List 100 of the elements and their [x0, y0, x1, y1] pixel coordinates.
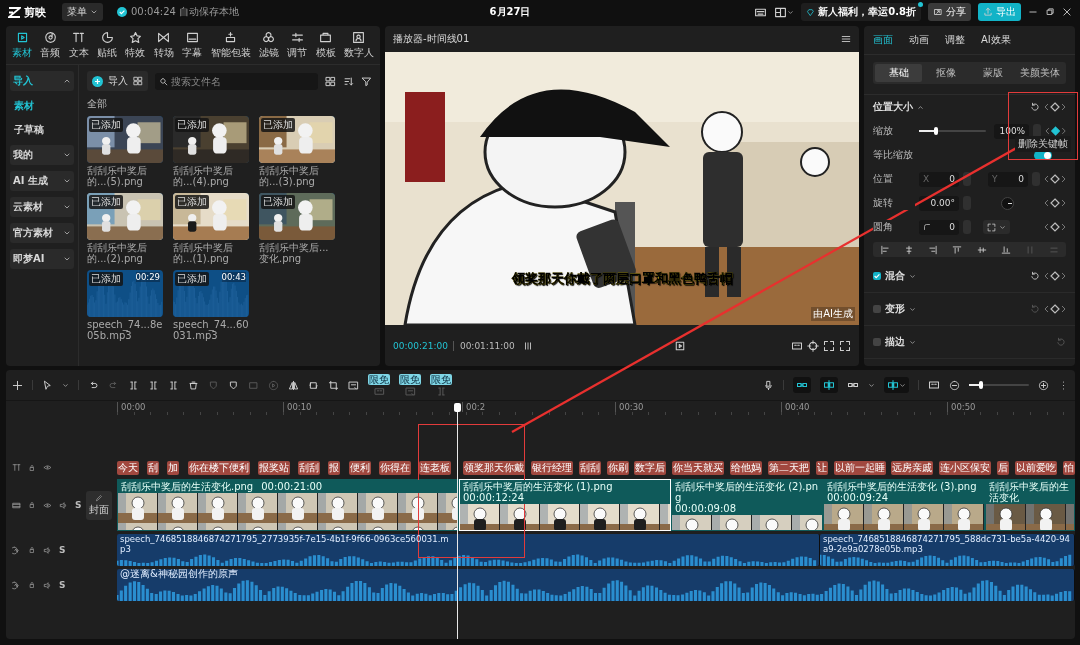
subtitle-clip[interactable]: 第二天把 — [767, 460, 810, 475]
zoom-in-icon[interactable] — [1038, 379, 1049, 391]
subtitle-clip[interactable]: 银行经理 — [530, 460, 573, 475]
rotate-icon[interactable] — [308, 379, 319, 391]
import-button[interactable]: 导入 — [87, 71, 148, 91]
video-clip[interactable]: 刮刮乐中奖后的生活变化 (2).png 00:00:09:08 — [671, 479, 823, 531]
sidebar-group[interactable]: 即梦AI — [10, 249, 74, 269]
subtitle-clip[interactable]: 报 — [328, 460, 341, 475]
caret-icon[interactable] — [909, 272, 916, 280]
quality-icon[interactable] — [791, 339, 803, 352]
media-tab[interactable]: 滤镜 — [258, 28, 279, 62]
align-icon[interactable] — [880, 244, 891, 255]
audio-clip[interactable]: @迷离&神秘园创作的原声 — [117, 569, 1075, 601]
align-icon[interactable] — [952, 244, 963, 255]
keyframe-icon[interactable] — [1044, 102, 1066, 112]
sidebar-group[interactable]: AI 生成 — [10, 171, 74, 191]
grid-view-icon[interactable] — [325, 75, 336, 87]
video-clip[interactable]: 刮刮乐中奖后的生活变化.png 00:00:21:00 — [117, 479, 459, 531]
lock-icon[interactable] — [28, 463, 36, 472]
mirror-icon[interactable] — [288, 379, 299, 391]
keyframe-icon[interactable] — [1044, 126, 1066, 136]
media-tab[interactable]: 调节 — [287, 28, 308, 62]
speaker-icon[interactable] — [59, 500, 68, 510]
microphone-icon[interactable] — [763, 379, 774, 391]
align-icon[interactable] — [976, 244, 987, 255]
subtitle-clip[interactable]: 以前一起睡 — [833, 460, 886, 475]
sidebar-group[interactable]: 我的 — [10, 145, 74, 165]
play-icon[interactable] — [673, 339, 686, 352]
keyframe-icon[interactable] — [1044, 222, 1066, 232]
caret-icon[interactable] — [868, 381, 875, 389]
subtab[interactable]: 抠像 — [922, 64, 970, 82]
rotation-dial[interactable] — [1001, 196, 1014, 210]
subtitle-clip[interactable]: 报奖站 — [257, 460, 290, 475]
media-tab[interactable]: 素材 — [12, 28, 32, 62]
media-tab[interactable]: 音频 — [40, 28, 61, 62]
video-clip[interactable]: 刮刮乐中奖后的生活变化 (3).png 00:00:09:24 — [823, 479, 985, 531]
video-clip[interactable]: 刮刮乐中奖后的生活变化 — [985, 479, 1075, 531]
eye-icon[interactable] — [43, 500, 52, 510]
crop-icon[interactable] — [328, 379, 339, 391]
preview-axis-icon[interactable] — [887, 379, 899, 391]
search-field[interactable]: 搜索文件名 — [155, 72, 318, 90]
subtitle-clip[interactable]: 你当天就买 — [672, 460, 725, 475]
video-clip[interactable]: 刮刮乐中奖后的生活变化 (1).png 00:00:12:24 — [459, 479, 671, 531]
menu-button[interactable]: 菜单 — [62, 3, 103, 21]
caret-icon[interactable] — [62, 381, 69, 389]
solo-toggle[interactable]: S — [59, 580, 66, 590]
media-tab[interactable]: 模板 — [315, 28, 336, 62]
corner-field[interactable]: 0 — [919, 219, 959, 235]
ratio-icon[interactable] — [823, 339, 835, 352]
undo-icon[interactable] — [88, 379, 99, 391]
solo-toggle[interactable]: S — [75, 500, 82, 510]
promo-button[interactable]: 新人福利，幸运0.8折 — [801, 3, 921, 21]
caret-icon[interactable] — [899, 381, 906, 389]
stepper-icon[interactable] — [963, 172, 971, 186]
media-thumbnail[interactable]: 已添加 — [259, 193, 335, 240]
subtitle-clip[interactable]: 加 — [167, 460, 180, 475]
fit-icon[interactable] — [928, 379, 940, 391]
checkbox[interactable] — [873, 305, 881, 313]
subtitle-clip[interactable]: 数字后 — [634, 460, 667, 475]
subtitle-clip[interactable]: 连小区保安 — [939, 460, 992, 475]
subtitle-clip[interactable]: 连老板 — [418, 460, 451, 475]
slider-thumb[interactable] — [979, 381, 983, 389]
media-thumbnail[interactable]: 已添加 — [173, 193, 249, 240]
media-tab[interactable]: 贴纸 — [97, 28, 118, 62]
sidebar-item[interactable]: 子草稿 — [10, 121, 74, 139]
subtitle-clip[interactable]: 后 — [997, 460, 1010, 475]
sidebar-group[interactable]: 云素材 — [10, 197, 74, 217]
cover-button[interactable]: 封面 — [86, 490, 112, 520]
align-icon[interactable] — [928, 244, 939, 255]
align-icon[interactable] — [1000, 244, 1011, 255]
media-thumbnail[interactable]: 已添加 — [87, 193, 163, 240]
sidebar-group[interactable]: 导入 — [10, 71, 74, 91]
media-tab[interactable]: 特效 — [125, 28, 146, 62]
focus-icon[interactable] — [807, 339, 819, 352]
add-icon[interactable] — [12, 379, 23, 391]
media-tab[interactable]: 转场 — [153, 28, 174, 62]
sidebar-item[interactable]: 素材 — [10, 97, 74, 115]
subtitle-clip[interactable]: 今天 — [117, 460, 139, 475]
lock-icon[interactable] — [28, 501, 36, 509]
subtitle-clip[interactable]: 领奖那天你戴 — [463, 460, 525, 475]
slider-thumb[interactable] — [933, 127, 938, 135]
lock-icon[interactable] — [28, 581, 36, 589]
filter-icon[interactable] — [361, 75, 372, 87]
corner-style-button[interactable] — [983, 220, 1010, 234]
subtitle-clip[interactable]: 让 — [815, 460, 828, 475]
inspector-tab[interactable]: 动画 — [909, 33, 929, 47]
caret-icon[interactable] — [787, 8, 795, 16]
keyframe-icon[interactable] — [1044, 174, 1066, 184]
subtitle-clip[interactable]: 你在楼下便利 — [187, 460, 250, 475]
subtitle-clip[interactable]: 刮 — [147, 460, 160, 475]
mark-icon[interactable] — [228, 379, 239, 391]
split-icon[interactable] — [128, 379, 139, 391]
audio-clip[interactable]: speech_7468518846874271795_588dc731-be5a-4420-94a9-2e9a0278e05b.mp3 — [820, 534, 1075, 566]
caret-icon[interactable] — [909, 305, 916, 313]
timecode-icon[interactable] — [522, 340, 533, 351]
caret-up-icon[interactable] — [917, 103, 924, 111]
media-thumbnail[interactable]: 已添加 — [259, 116, 335, 163]
solo-toggle[interactable]: S — [59, 545, 66, 555]
zoom-out-icon[interactable] — [949, 379, 960, 391]
caret-icon[interactable] — [909, 338, 916, 346]
